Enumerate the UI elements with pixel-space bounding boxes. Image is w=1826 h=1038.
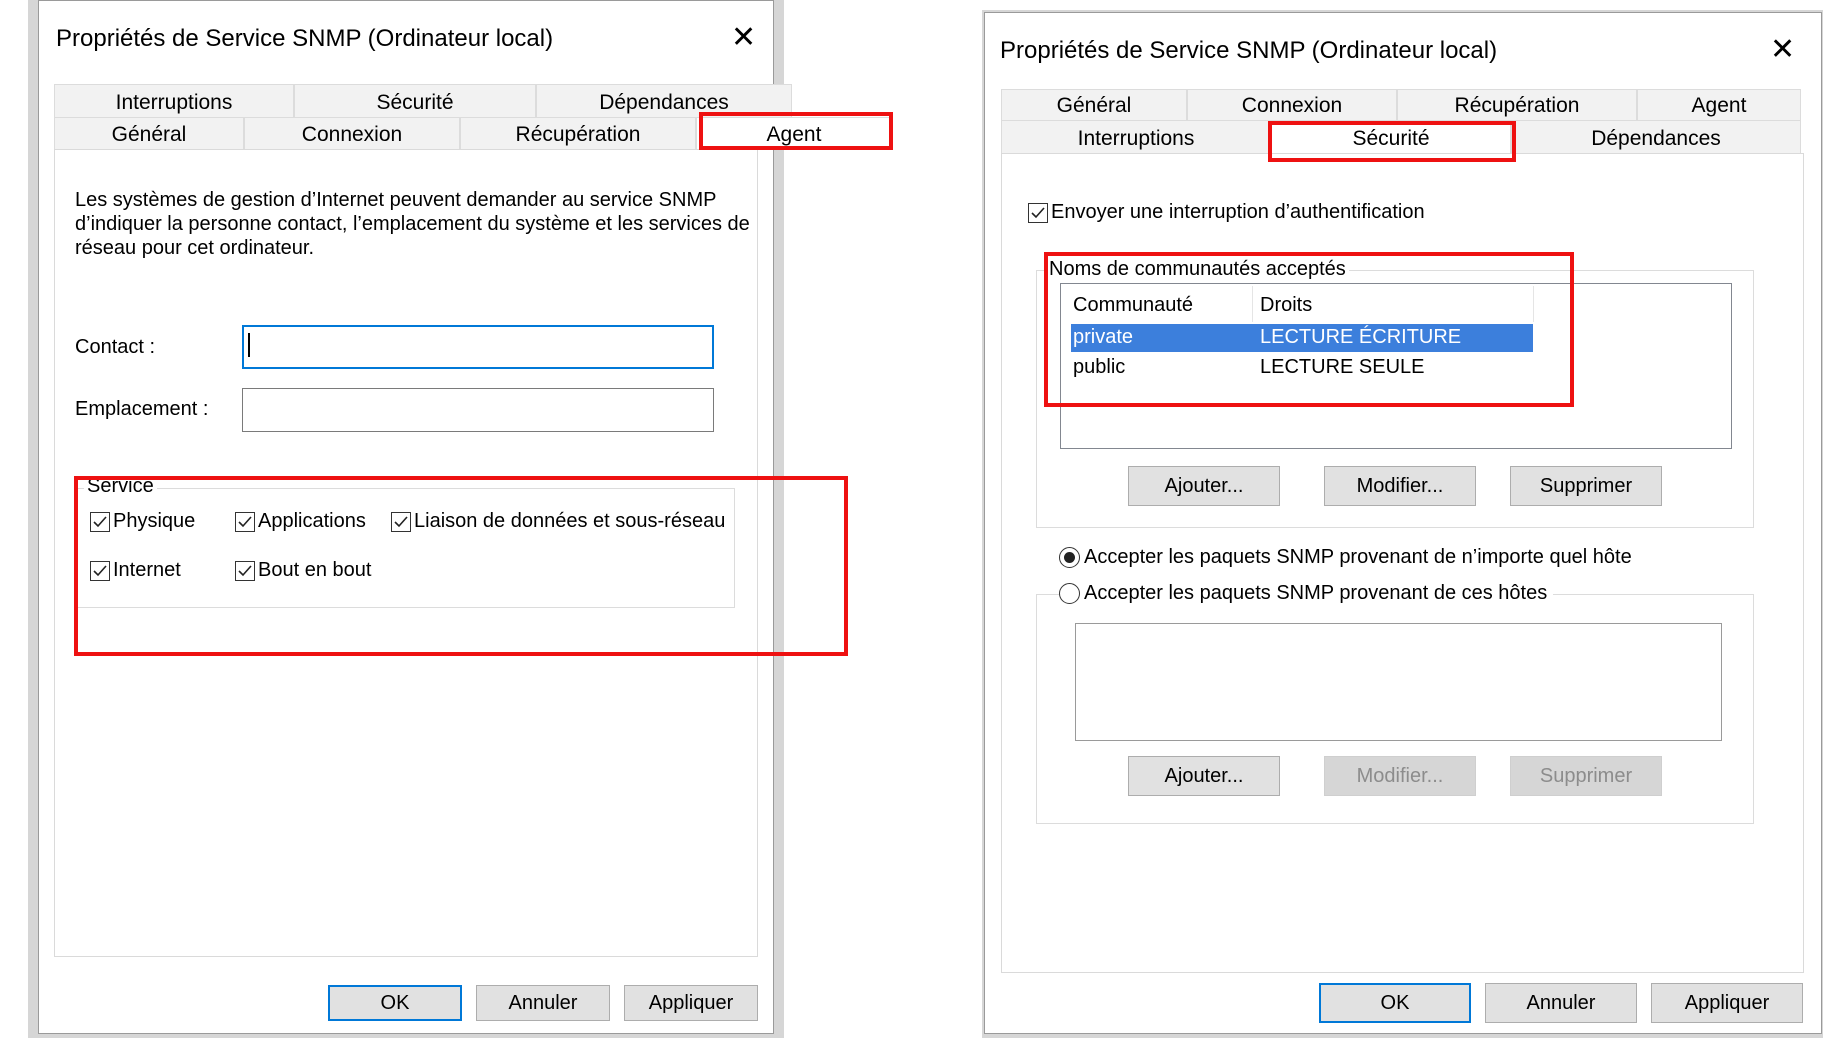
close-icon[interactable]: ✕ bbox=[731, 23, 756, 53]
remove-host-button[interactable]: Supprimer bbox=[1510, 756, 1662, 796]
dialog-right: Propriétés de Service SNMP (Ordinateur l… bbox=[984, 12, 1822, 1034]
radio-unselected-icon bbox=[1059, 583, 1080, 604]
checkbox-checked-icon bbox=[235, 560, 255, 581]
list-item[interactable]: private LECTURE ÉCRITURE bbox=[1071, 324, 1533, 352]
hosts-list[interactable] bbox=[1075, 623, 1722, 741]
contact-label: Contact : bbox=[75, 336, 156, 358]
tab-panel-securite: Envoyer une interruption d’authentificat… bbox=[1001, 153, 1804, 973]
tab-row-front: Général Connexion Récupération Agent bbox=[54, 117, 892, 150]
checkbox-label: Internet bbox=[113, 559, 181, 581]
apply-button[interactable]: Appliquer bbox=[624, 985, 758, 1021]
checkbox-liaison-donnees[interactable]: Liaison de données et sous-réseau bbox=[391, 510, 725, 533]
checkbox-applications[interactable]: Applications bbox=[235, 510, 366, 533]
community-rights: LECTURE SEULE bbox=[1260, 356, 1425, 378]
tab-agent[interactable]: Agent bbox=[1637, 89, 1801, 121]
checkbox-send-auth-trap[interactable]: Envoyer une interruption d’authentificat… bbox=[1028, 201, 1425, 224]
community-rights: LECTURE ÉCRITURE bbox=[1260, 326, 1462, 348]
tab-row-front: Interruptions Sécurité Dépendances bbox=[1001, 120, 1801, 154]
checkbox-checked-icon bbox=[90, 560, 110, 581]
description-line: Les systèmes de gestion d’Internet peuve… bbox=[75, 189, 717, 211]
checkbox-checked-icon bbox=[90, 511, 110, 532]
communities-group-title: Noms de communautés acceptés bbox=[1046, 258, 1349, 281]
radio-label: Accepter les paquets SNMP provenant de n… bbox=[1084, 546, 1632, 568]
text-caret bbox=[248, 333, 250, 357]
column-divider[interactable] bbox=[1533, 286, 1534, 322]
tab-securite[interactable]: Sécurité bbox=[294, 84, 536, 118]
checkbox-physique[interactable]: Physique bbox=[90, 510, 195, 533]
checkbox-label: Bout en bout bbox=[258, 559, 372, 581]
location-input[interactable] bbox=[242, 388, 714, 432]
checkbox-checked-icon bbox=[391, 511, 411, 532]
add-community-button[interactable]: Ajouter... bbox=[1128, 466, 1280, 506]
tab-dependances[interactable]: Dépendances bbox=[536, 84, 792, 118]
tab-connexion[interactable]: Connexion bbox=[244, 117, 460, 150]
contact-input[interactable] bbox=[242, 325, 714, 369]
tab-interruptions[interactable]: Interruptions bbox=[54, 84, 294, 118]
tab-general[interactable]: Général bbox=[54, 117, 244, 150]
service-group-title: Service bbox=[84, 475, 157, 498]
tab-agent[interactable]: Agent bbox=[696, 117, 892, 150]
add-host-button[interactable]: Ajouter... bbox=[1128, 756, 1280, 796]
tab-general[interactable]: Général bbox=[1001, 89, 1187, 121]
tab-recuperation[interactable]: Récupération bbox=[1397, 89, 1637, 121]
service-group bbox=[75, 488, 735, 608]
edit-community-button[interactable]: Modifier... bbox=[1324, 466, 1476, 506]
tab-connexion[interactable]: Connexion bbox=[1187, 89, 1397, 121]
checkbox-label: Physique bbox=[113, 510, 196, 532]
cancel-button[interactable]: Annuler bbox=[476, 985, 610, 1021]
radio-selected-icon bbox=[1059, 547, 1080, 568]
agent-description: Les systèmes de gestion d’Internet peuve… bbox=[75, 188, 750, 260]
column-header-rights[interactable]: Droits bbox=[1260, 294, 1312, 317]
edit-host-button[interactable]: Modifier... bbox=[1324, 756, 1476, 796]
column-divider[interactable] bbox=[1252, 286, 1253, 322]
dialog-title: Propriétés de Service SNMP (Ordinateur l… bbox=[1000, 37, 1498, 64]
cancel-button[interactable]: Annuler bbox=[1485, 983, 1637, 1023]
ok-button[interactable]: OK bbox=[328, 985, 462, 1021]
checkbox-label: Envoyer une interruption d’authentificat… bbox=[1051, 201, 1425, 223]
column-header-community[interactable]: Communauté bbox=[1073, 294, 1193, 317]
checkbox-bout-en-bout[interactable]: Bout en bout bbox=[235, 559, 371, 582]
checkbox-internet[interactable]: Internet bbox=[90, 559, 181, 582]
checkbox-label: Liaison de données et sous-réseau bbox=[414, 510, 726, 532]
description-line: réseau pour cet ordinateur. bbox=[75, 237, 315, 259]
dialog-title: Propriétés de Service SNMP (Ordinateur l… bbox=[56, 25, 554, 52]
remove-community-button[interactable]: Supprimer bbox=[1510, 466, 1662, 506]
checkbox-checked-icon bbox=[235, 511, 255, 532]
ok-button[interactable]: OK bbox=[1319, 983, 1471, 1023]
radio-any-host[interactable]: Accepter les paquets SNMP provenant de n… bbox=[1059, 546, 1632, 569]
location-label: Emplacement : bbox=[75, 398, 209, 420]
community-name: private bbox=[1073, 326, 1134, 348]
checkbox-label: Applications bbox=[258, 510, 366, 532]
tab-row-back: Général Connexion Récupération Agent bbox=[1001, 89, 1801, 121]
list-item[interactable]: public LECTURE SEULE bbox=[1071, 354, 1533, 382]
communities-list[interactable]: Communauté Droits private LECTURE ÉCRITU… bbox=[1060, 283, 1732, 449]
close-icon[interactable]: ✕ bbox=[1770, 35, 1795, 65]
tab-securite[interactable]: Sécurité bbox=[1271, 120, 1511, 154]
tab-recuperation[interactable]: Récupération bbox=[460, 117, 696, 150]
tab-interruptions[interactable]: Interruptions bbox=[1001, 120, 1271, 154]
tab-dependances[interactable]: Dépendances bbox=[1511, 120, 1801, 154]
checkbox-checked-icon bbox=[1028, 202, 1048, 223]
radio-label: Accepter les paquets SNMP provenant de c… bbox=[1084, 582, 1548, 604]
description-line: d’indiquer la personne contact, l’emplac… bbox=[75, 213, 750, 235]
tab-row-back: Interruptions Sécurité Dépendances bbox=[54, 84, 792, 118]
tab-panel-agent: Les systèmes de gestion d’Internet peuve… bbox=[54, 149, 758, 957]
community-name: public bbox=[1073, 356, 1126, 378]
radio-these-hosts[interactable]: Accepter les paquets SNMP provenant de c… bbox=[1059, 582, 1554, 605]
dialog-left: Propriétés de Service SNMP (Ordinateur l… bbox=[38, 0, 892, 1034]
apply-button[interactable]: Appliquer bbox=[1651, 983, 1803, 1023]
